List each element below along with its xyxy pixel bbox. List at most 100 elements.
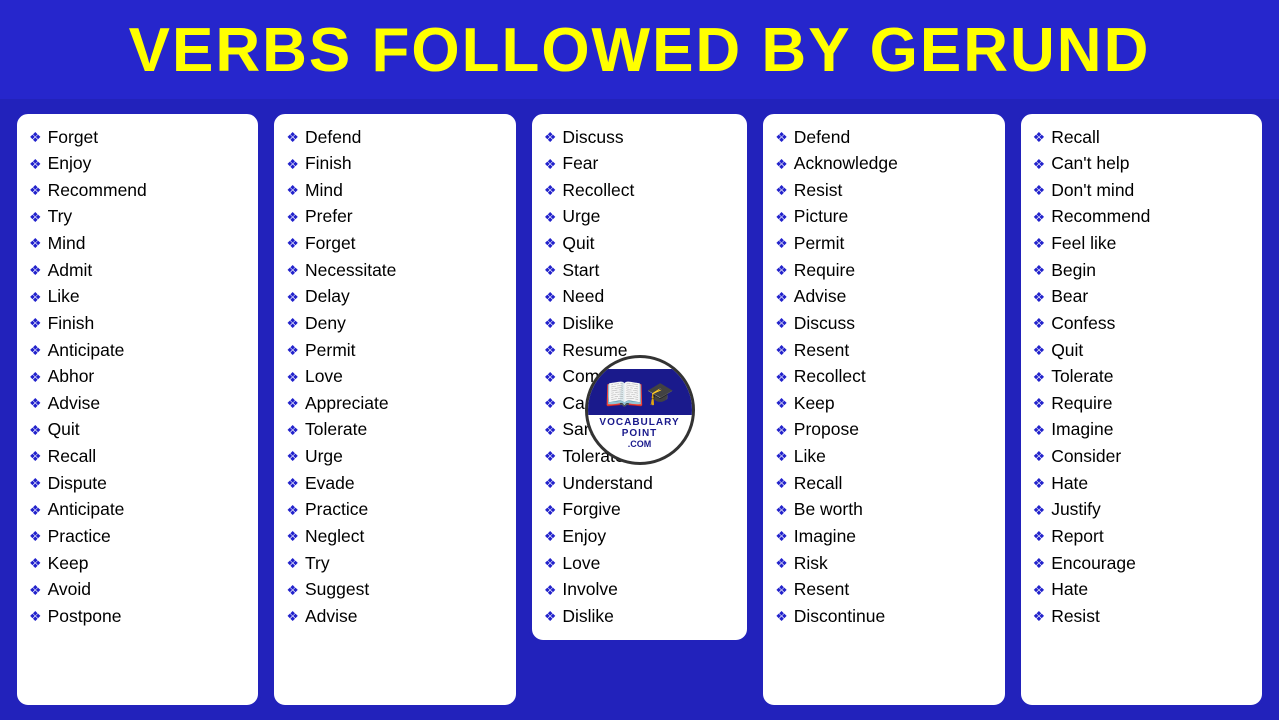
diamond-icon: ❖ [29, 554, 42, 573]
word-column-2: ❖Defend❖Finish❖Mind❖Prefer❖Forget❖Necess… [271, 111, 518, 708]
word-label: Fear [562, 152, 598, 176]
diamond-icon: ❖ [1033, 128, 1046, 147]
logo-text-point: POINT [622, 428, 658, 439]
word-label: Deny [305, 312, 346, 336]
word-label: Permit [305, 339, 356, 363]
list-item: ❖Dislike [544, 310, 739, 337]
diamond-icon: ❖ [775, 261, 788, 280]
list-item: ❖Practice [29, 523, 250, 550]
word-column-1: ❖Forget❖Enjoy❖Recommend❖Try❖Mind❖Admit❖L… [14, 111, 261, 708]
list-item: ❖Delay [286, 284, 507, 311]
diamond-icon: ❖ [1033, 341, 1046, 360]
logo-text-vocabulary: VOCABULARY [599, 417, 679, 428]
diamond-icon: ❖ [775, 447, 788, 466]
word-label: Like [48, 285, 80, 309]
word-label: Enjoy [562, 525, 606, 549]
list-item: ❖Justify [1033, 497, 1254, 524]
word-label: Postpone [48, 605, 122, 629]
word-label: Consider [1051, 445, 1121, 469]
list-item: ❖Encourage [1033, 550, 1254, 577]
diamond-icon: ❖ [544, 208, 557, 227]
word-label: Acknowledge [794, 152, 898, 176]
diamond-icon: ❖ [1033, 234, 1046, 253]
diamond-icon: ❖ [286, 581, 299, 600]
diamond-icon: ❖ [286, 261, 299, 280]
word-label: Practice [305, 498, 368, 522]
list-item: ❖Quit [29, 417, 250, 444]
list-item: ❖Recall [29, 444, 250, 471]
diamond-icon: ❖ [775, 527, 788, 546]
word-label: Finish [305, 152, 352, 176]
list-item: ❖Forgive [544, 497, 739, 524]
list-item: ❖Love [544, 550, 739, 577]
list-item: ❖Resent [775, 577, 996, 604]
list-item: ❖Recommend [29, 177, 250, 204]
word-label: Advise [305, 605, 358, 629]
diamond-icon: ❖ [29, 368, 42, 387]
diamond-icon: ❖ [286, 607, 299, 626]
diamond-icon: ❖ [544, 368, 557, 387]
word-column-5: ❖Recall❖Can't help❖Don't mind❖Recommend❖… [1018, 111, 1265, 708]
list-item: ❖Urge [544, 204, 739, 231]
word-label: Quit [562, 232, 594, 256]
diamond-icon: ❖ [775, 554, 788, 573]
word-label: Abhor [48, 365, 95, 389]
word-label: Mind [305, 179, 343, 203]
list-item: ❖ Like [29, 284, 250, 311]
word-label: Recommend [1051, 205, 1150, 229]
list-item: ❖Mind [286, 177, 507, 204]
diamond-icon: ❖ [1033, 501, 1046, 520]
diamond-icon: ❖ [29, 288, 42, 307]
list-item: ❖Suggest [286, 577, 507, 604]
list-item: ❖Begin [1033, 257, 1254, 284]
list-item: ❖Like [775, 444, 996, 471]
list-item: ❖Anticipate [29, 497, 250, 524]
list-item: ❖Recall [1033, 124, 1254, 151]
diamond-icon: ❖ [29, 314, 42, 333]
list-item: ❖Appreciate [286, 390, 507, 417]
word-label: Require [794, 259, 855, 283]
list-item: ❖Discontinue [775, 603, 996, 630]
word-label: Recall [48, 445, 97, 469]
diamond-icon: ❖ [544, 288, 557, 307]
list-item: ❖Love [286, 364, 507, 391]
word-label: Love [562, 552, 600, 576]
diamond-icon: ❖ [544, 581, 557, 600]
diamond-icon: ❖ [29, 394, 42, 413]
word-label: Recollect [794, 365, 866, 389]
word-label: Risk [794, 552, 828, 576]
diamond-icon: ❖ [775, 208, 788, 227]
diamond-icon: ❖ [29, 128, 42, 147]
diamond-icon: ❖ [544, 607, 557, 626]
diamond-icon: ❖ [29, 208, 42, 227]
diamond-icon: ❖ [29, 501, 42, 520]
diamond-icon: ❖ [544, 314, 557, 333]
list-item: ❖Advise [775, 284, 996, 311]
list-item: ❖Fear [544, 151, 739, 178]
list-item: ❖Consider [1033, 444, 1254, 471]
list-item: ❖Hate [1033, 470, 1254, 497]
diamond-icon: ❖ [775, 181, 788, 200]
word-label: Hate [1051, 472, 1088, 496]
list-item: ❖Finish [286, 151, 507, 178]
list-item: ❖Involve [544, 577, 739, 604]
diamond-icon: ❖ [544, 474, 557, 493]
diamond-icon: ❖ [775, 581, 788, 600]
list-item: ❖Require [1033, 390, 1254, 417]
word-label: Recommend [48, 179, 147, 203]
logo-bottom: VOCABULARY POINT .COM [595, 415, 683, 451]
list-item: ❖Mind [29, 231, 250, 258]
list-item: ❖ Permit [286, 337, 507, 364]
diamond-icon: ❖ [286, 341, 299, 360]
list-item: ❖Dispute [29, 470, 250, 497]
list-item: ❖Bear [1033, 284, 1254, 311]
list-item: ❖Anticipate [29, 337, 250, 364]
diamond-icon: ❖ [1033, 155, 1046, 174]
list-item: ❖Hate [1033, 577, 1254, 604]
word-label: Understand [562, 472, 652, 496]
diamond-icon: ❖ [286, 501, 299, 520]
diamond-icon: ❖ [544, 421, 557, 440]
diamond-icon: ❖ [775, 234, 788, 253]
diamond-icon: ❖ [1033, 394, 1046, 413]
list-item: ❖Enjoy [29, 151, 250, 178]
